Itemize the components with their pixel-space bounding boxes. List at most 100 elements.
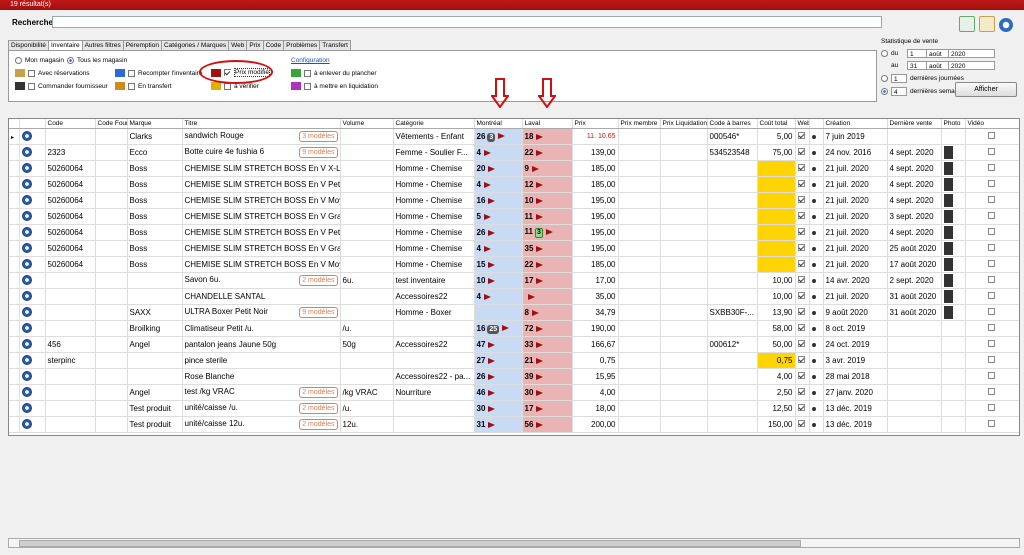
radio-mon-magasin[interactable]: Mon magasin	[15, 57, 64, 64]
product-photo[interactable]	[943, 194, 953, 207]
web-checkbox[interactable]	[797, 388, 805, 395]
column-header[interactable]: Code Four.	[95, 119, 128, 129]
video-checkbox[interactable]	[987, 276, 995, 283]
product-photo[interactable]	[943, 210, 953, 223]
video-checkbox[interactable]	[987, 164, 995, 171]
column-header[interactable]: Photo	[941, 119, 966, 129]
column-header[interactable]: Marque	[127, 119, 183, 129]
table-row[interactable]: 50260064 Boss CHEMISE SLIM STRETCH BOSS En…	[9, 176, 1019, 193]
radio-tous-magasins[interactable]: Tous les magasin	[67, 57, 127, 64]
web-checkbox[interactable]	[797, 276, 805, 283]
web-checkbox[interactable]	[797, 196, 805, 203]
web-checkbox[interactable]	[797, 372, 805, 379]
checkbox-mettre-liquidation[interactable]: à mettre en liquidation	[291, 82, 378, 90]
web-checkbox[interactable]	[797, 308, 805, 315]
table-row[interactable]: 50260064 Boss CHEMISE SLIM STRETCH BOSS En…	[9, 240, 1019, 257]
video-checkbox[interactable]	[987, 244, 995, 251]
product-photo[interactable]	[943, 226, 953, 239]
edit-icon[interactable]	[979, 16, 995, 32]
product-photo[interactable]	[943, 274, 953, 287]
product-photo[interactable]	[943, 162, 953, 175]
au-year[interactable]: 2020	[949, 61, 995, 70]
table-row[interactable]: 456 Angel pantalon jeans Jaune 50g 50g Acces…	[9, 336, 1019, 353]
column-header[interactable]: Volume	[340, 119, 394, 129]
table-row[interactable]: Angel test /kg VRAC 2 modèles/kg VRAC Nourr…	[9, 384, 1019, 401]
column-header[interactable]: Création	[823, 119, 888, 129]
checkbox-en-transfert[interactable]: En transfert	[115, 82, 172, 90]
column-header[interactable]: Web	[795, 119, 810, 129]
du-month[interactable]: août	[927, 49, 949, 58]
column-header[interactable]: Laval	[522, 119, 573, 129]
column-header[interactable]: Code	[45, 119, 96, 129]
product-photo[interactable]	[943, 146, 953, 159]
search-input[interactable]	[52, 16, 882, 28]
table-row[interactable]: SAXX ULTRA Boxer Petit Noir 9 modèles Homme…	[9, 304, 1019, 321]
checkbox-commander-fournisseur[interactable]: Commander fournisseur	[15, 82, 108, 90]
column-header[interactable]: Vidéo	[965, 119, 1019, 129]
video-checkbox[interactable]	[987, 388, 995, 395]
column-header[interactable]: Dernière vente	[887, 119, 942, 129]
configuration-link[interactable]: Configuration	[291, 57, 330, 64]
models-badge[interactable]: 9 modèles	[299, 307, 338, 318]
table-row[interactable]: 50260064 Boss CHEMISE SLIM STRETCH BOSS En…	[9, 256, 1019, 273]
weeks-stepper[interactable]: 4	[891, 87, 907, 96]
gear-icon[interactable]	[999, 18, 1013, 32]
models-badge[interactable]: 3 modèles	[299, 131, 338, 142]
video-checkbox[interactable]	[987, 420, 995, 427]
table-row[interactable]: sterpinc pince sterile 27 21 0,75 0,75 3 avr. …	[9, 352, 1019, 369]
video-checkbox[interactable]	[987, 324, 995, 331]
column-header[interactable]: Prix	[572, 119, 619, 129]
video-checkbox[interactable]	[987, 308, 995, 315]
web-checkbox[interactable]	[797, 356, 805, 363]
radio-last-days[interactable]	[881, 75, 888, 82]
column-header[interactable]: Code à barres	[707, 119, 758, 129]
video-checkbox[interactable]	[987, 180, 995, 187]
column-header[interactable]: Prix Liquidation	[660, 119, 708, 129]
web-checkbox[interactable]	[797, 148, 805, 155]
au-day[interactable]: 31	[907, 61, 927, 70]
table-row[interactable]: 50260064 Boss CHEMISE SLIM STRETCH BOSS En…	[9, 192, 1019, 209]
web-checkbox[interactable]	[797, 228, 805, 235]
table-row[interactable]: Savon 6u. 2 modèles 6u. test inventaire 10 17…	[9, 272, 1019, 289]
product-photo[interactable]	[943, 290, 953, 303]
au-month[interactable]: août	[927, 61, 949, 70]
web-checkbox[interactable]	[797, 404, 805, 411]
column-header[interactable]: Titre	[182, 119, 341, 129]
models-badge[interactable]: 9 modèles	[299, 147, 338, 158]
table-row[interactable]: Broilking Climatiseur Petit /u./u. 16 25 72 1…	[9, 320, 1019, 337]
video-checkbox[interactable]	[987, 260, 995, 267]
horizontal-scrollbar[interactable]	[8, 538, 1020, 548]
checkbox-recompter-inventaire[interactable]: Recompter l'inventaire	[115, 69, 202, 77]
video-checkbox[interactable]	[987, 356, 995, 363]
days-stepper[interactable]: 1	[891, 74, 907, 83]
table-row[interactable]: Rose Blanche Accessoires22 - pa... 26 39 15,…	[9, 368, 1019, 385]
du-day[interactable]: 1	[907, 49, 927, 58]
models-badge[interactable]: 2 modèles	[299, 387, 338, 398]
afficher-button[interactable]: Afficher	[955, 82, 1017, 97]
table-row[interactable]: CHANDELLE SANTAL Accessoires22 4 35,00 10,00…	[9, 288, 1019, 305]
table-row[interactable]: Test produit unité/caisse 12u. 2 modèles 12…	[9, 416, 1019, 433]
column-header[interactable]: Montréal	[474, 119, 523, 129]
column-header[interactable]: Prix membre	[618, 119, 661, 129]
column-header[interactable]	[809, 119, 824, 129]
product-photo[interactable]	[943, 242, 953, 255]
web-checkbox[interactable]	[797, 132, 805, 139]
web-checkbox[interactable]	[797, 180, 805, 187]
video-checkbox[interactable]	[987, 228, 995, 235]
video-checkbox[interactable]	[987, 196, 995, 203]
web-checkbox[interactable]	[797, 292, 805, 299]
checkbox-avec-reservations[interactable]: Avec réservations	[15, 69, 90, 77]
column-header[interactable]: Catégorie	[393, 119, 475, 129]
models-badge[interactable]: 2 modèles	[299, 403, 338, 414]
web-checkbox[interactable]	[797, 324, 805, 331]
table-row[interactable]: 50260064 Boss CHEMISE SLIM STRETCH BOSS En…	[9, 224, 1019, 241]
table-row[interactable]: 2323 Ecco Botte cuire 4e fushia 6 9 modèles…	[9, 144, 1019, 161]
web-checkbox[interactable]	[797, 244, 805, 251]
video-checkbox[interactable]	[987, 340, 995, 347]
calendar-icon[interactable]	[959, 16, 975, 32]
scrollbar-thumb[interactable]	[19, 540, 801, 547]
video-checkbox[interactable]	[987, 212, 995, 219]
video-checkbox[interactable]	[987, 372, 995, 379]
models-badge[interactable]: 2 modèles	[299, 275, 338, 286]
web-checkbox[interactable]	[797, 260, 805, 267]
